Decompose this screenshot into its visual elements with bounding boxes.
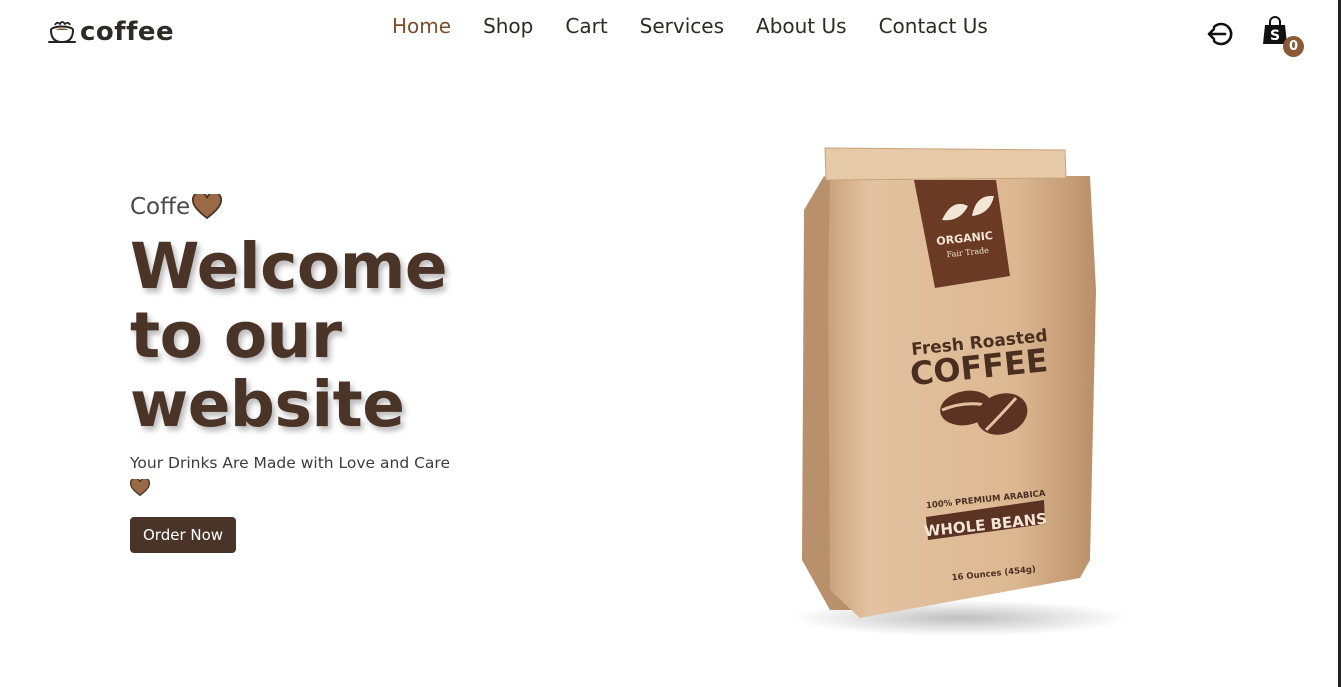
coffee-cup-icon (48, 21, 76, 44)
nav-home[interactable]: Home (392, 14, 451, 38)
nav-shop[interactable]: Shop (483, 14, 533, 38)
header-actions: S 0 (1205, 16, 1304, 57)
brand-logo[interactable]: coffee (46, 16, 174, 48)
heart-icon (129, 477, 151, 496)
coffee-bag-image: ORGANIC Fair Trade Fresh Roasted COFFEE … (790, 147, 1130, 636)
nav-about-us[interactable]: About Us (756, 14, 847, 38)
headline-line-2: to our (130, 299, 342, 372)
hero-eyebrow-text: Coffe (130, 194, 191, 220)
cart-button[interactable]: S 0 (1261, 16, 1304, 57)
hero-subtitle: Your Drinks Are Made with Love and Care (129, 451, 470, 499)
heart-icon (192, 194, 223, 220)
nav-contact-us[interactable]: Contact Us (879, 14, 988, 38)
logout-icon[interactable] (1205, 18, 1237, 50)
hero-headline: Welcome to our website (130, 232, 490, 439)
order-now-button[interactable]: Order Now (130, 517, 237, 553)
hero-section: Coffe Welcome to our website Your Drinks… (129, 194, 490, 553)
headline-line-3: website (130, 368, 405, 441)
hero-eyebrow: Coffe (130, 194, 490, 220)
main-nav: Home Shop Cart Services About Us Contact… (392, 14, 988, 38)
nav-services[interactable]: Services (640, 14, 724, 38)
nav-cart[interactable]: Cart (565, 14, 607, 38)
cart-count-badge: 0 (1283, 36, 1304, 57)
svg-text:S: S (1270, 28, 1280, 44)
hero-subtitle-text: Your Drinks Are Made with Love and Care (130, 454, 450, 472)
brand-name: coffee (80, 17, 175, 47)
headline-line-1: Welcome (130, 230, 448, 303)
